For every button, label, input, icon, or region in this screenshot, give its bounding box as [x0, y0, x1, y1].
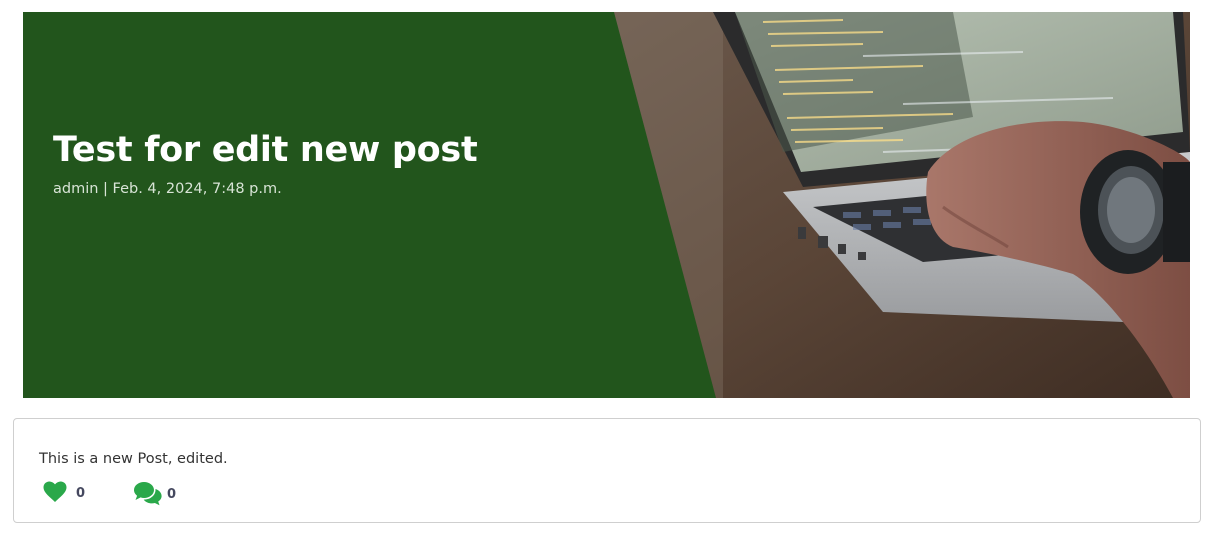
comments-button[interactable]: 0 — [133, 481, 176, 506]
hero-laptop-image — [614, 12, 1190, 398]
post-card: This is a new Post, edited. 0 0 — [13, 418, 1201, 523]
heart-icon[interactable] — [43, 481, 67, 502]
post-hero: Test for edit new post admin | Feb. 4, 2… — [23, 12, 1190, 398]
post-meta: admin | Feb. 4, 2024, 7:48 p.m. — [53, 181, 282, 197]
comments-count: 0 — [167, 487, 177, 502]
post-content: This is a new Post, edited. — [39, 451, 228, 467]
comments-icon[interactable] — [133, 481, 163, 506]
likes-count: 0 — [76, 486, 86, 501]
like-button[interactable]: 0 — [43, 481, 85, 502]
post-title: Test for edit new post — [53, 130, 478, 170]
